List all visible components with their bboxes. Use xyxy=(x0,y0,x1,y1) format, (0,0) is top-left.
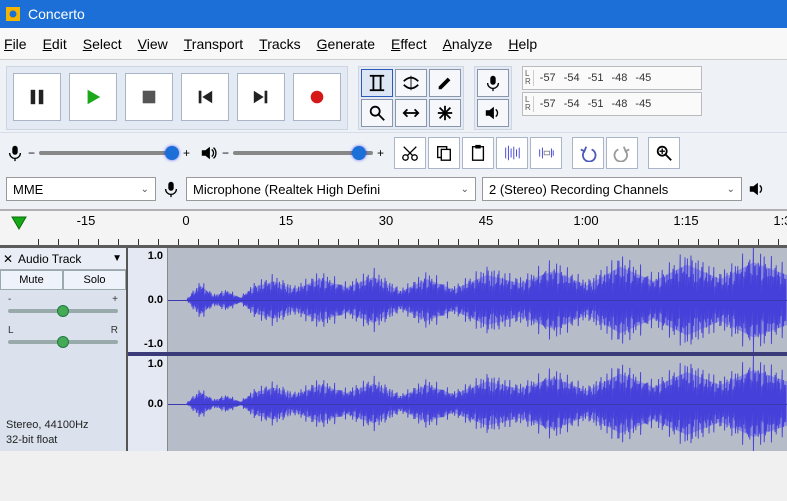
record-device-value: Microphone (Realtek High Defini xyxy=(193,182,380,197)
meter-icons xyxy=(474,66,512,130)
trim-button[interactable] xyxy=(496,137,528,169)
menu-help[interactable]: Help xyxy=(508,36,537,52)
track-menu-dropdown[interactable]: ▼ xyxy=(108,253,126,264)
waveform-left[interactable] xyxy=(168,248,787,352)
draw-tool[interactable] xyxy=(429,69,461,97)
tools-grid xyxy=(358,66,464,130)
play-volume-slider[interactable]: − + xyxy=(200,144,384,162)
redo-button[interactable] xyxy=(606,137,638,169)
skip-end-button[interactable] xyxy=(237,73,285,121)
envelope-tool[interactable] xyxy=(395,69,427,97)
waveform-area[interactable]: 1.0 0.0 -1.0 1.0 0.0 xyxy=(128,248,787,451)
app-logo-icon xyxy=(6,7,20,21)
trim-icon xyxy=(503,144,521,162)
chevron-down-icon: ⌄ xyxy=(141,184,149,195)
silence-button[interactable] xyxy=(530,137,562,169)
zoom-in-icon xyxy=(655,144,673,162)
magnifier-icon xyxy=(368,104,386,122)
host-selector-value: MME xyxy=(13,182,43,197)
scissors-icon xyxy=(401,144,419,162)
timeshift-tool[interactable] xyxy=(395,99,427,127)
host-selector[interactable]: MME ⌄ xyxy=(6,177,156,201)
undo-button[interactable] xyxy=(572,137,604,169)
record-volume-slider[interactable]: − + xyxy=(6,144,190,162)
skip-start-button[interactable] xyxy=(181,73,229,121)
asterisk-icon xyxy=(436,104,454,122)
menu-tracks[interactable]: Tracks xyxy=(259,36,301,52)
redo-icon xyxy=(613,144,631,162)
meters: LR -57-54-51-48-45 LR -57-54-51-48-45 xyxy=(522,66,702,130)
record-device-selector[interactable]: Microphone (Realtek High Defini ⌄ xyxy=(186,177,476,201)
zoom-toolbar xyxy=(648,137,680,169)
track-panel: ✕ Audio Track ▼ Mute Solo -+ LR Stereo, … xyxy=(0,248,128,451)
transport-toolbar xyxy=(6,66,348,130)
stop-button[interactable] xyxy=(125,73,173,121)
copy-icon xyxy=(435,144,453,162)
record-button[interactable] xyxy=(293,73,341,121)
track-name[interactable]: Audio Track xyxy=(16,252,108,266)
gain-slider[interactable]: -+ xyxy=(0,290,126,321)
play-meter[interactable]: LR -57-54-51-48-45 xyxy=(522,92,702,116)
record-meter-icon[interactable] xyxy=(477,69,509,97)
zoom-in-button[interactable] xyxy=(648,137,680,169)
menu-effect[interactable]: Effect xyxy=(391,36,427,52)
yaxis-right: 1.0 0.0 xyxy=(128,356,168,451)
track-info: Stereo, 44100Hz 32-bit float xyxy=(0,414,126,451)
microphone-icon xyxy=(162,180,180,198)
menu-analyze[interactable]: Analyze xyxy=(443,36,493,52)
cut-button[interactable] xyxy=(394,137,426,169)
pencil-icon xyxy=(436,74,454,92)
menu-generate[interactable]: Generate xyxy=(317,36,375,52)
play-button[interactable] xyxy=(69,73,117,121)
chevron-down-icon: ⌄ xyxy=(461,184,469,195)
track-area: ✕ Audio Track ▼ Mute Solo -+ LR Stereo, … xyxy=(0,248,787,451)
speaker-icon xyxy=(748,180,766,198)
toolbars: LR -57-54-51-48-45 LR -57-54-51-48-45 − xyxy=(0,60,787,210)
paste-button[interactable] xyxy=(462,137,494,169)
undo-toolbar xyxy=(572,137,638,169)
menu-file[interactable]: File xyxy=(4,36,27,52)
mute-button[interactable]: Mute xyxy=(0,270,63,290)
microphone-icon xyxy=(484,74,502,92)
edit-toolbar xyxy=(394,137,562,169)
pan-slider[interactable]: LR xyxy=(0,321,126,352)
menu-select[interactable]: Select xyxy=(83,36,122,52)
titlebar: Concerto xyxy=(0,0,787,28)
play-meter-icon[interactable] xyxy=(477,99,509,127)
record-meter[interactable]: LR -57-54-51-48-45 xyxy=(522,66,702,90)
window-title: Concerto xyxy=(28,6,85,22)
playhead-marker[interactable] xyxy=(0,211,38,245)
waveform-right[interactable] xyxy=(168,356,787,451)
microphone-icon xyxy=(6,144,24,162)
close-track-button[interactable]: ✕ xyxy=(0,252,16,266)
menubar: File Edit Select View Transport Tracks G… xyxy=(0,28,787,60)
speaker-icon xyxy=(484,104,502,122)
pause-button[interactable] xyxy=(13,73,61,121)
selection-tool[interactable] xyxy=(361,69,393,97)
speaker-icon xyxy=(200,144,218,162)
time-ruler[interactable]: -1501530451:001:151:301:4 xyxy=(38,211,787,245)
solo-button[interactable]: Solo xyxy=(63,270,126,290)
menu-view[interactable]: View xyxy=(138,36,168,52)
copy-button[interactable] xyxy=(428,137,460,169)
undo-icon xyxy=(579,144,597,162)
chevron-down-icon: ⌄ xyxy=(727,184,735,195)
timeline[interactable]: -1501530451:001:151:301:4 xyxy=(0,210,787,248)
zoom-tool[interactable] xyxy=(361,99,393,127)
multi-tool[interactable] xyxy=(429,99,461,127)
menu-transport[interactable]: Transport xyxy=(184,36,243,52)
channels-selector[interactable]: 2 (Stereo) Recording Channels ⌄ xyxy=(482,177,742,201)
channels-value: 2 (Stereo) Recording Channels xyxy=(489,182,668,197)
menu-edit[interactable]: Edit xyxy=(43,36,67,52)
yaxis-left: 1.0 0.0 -1.0 xyxy=(128,248,168,352)
clipboard-icon xyxy=(469,144,487,162)
silence-icon xyxy=(537,144,555,162)
